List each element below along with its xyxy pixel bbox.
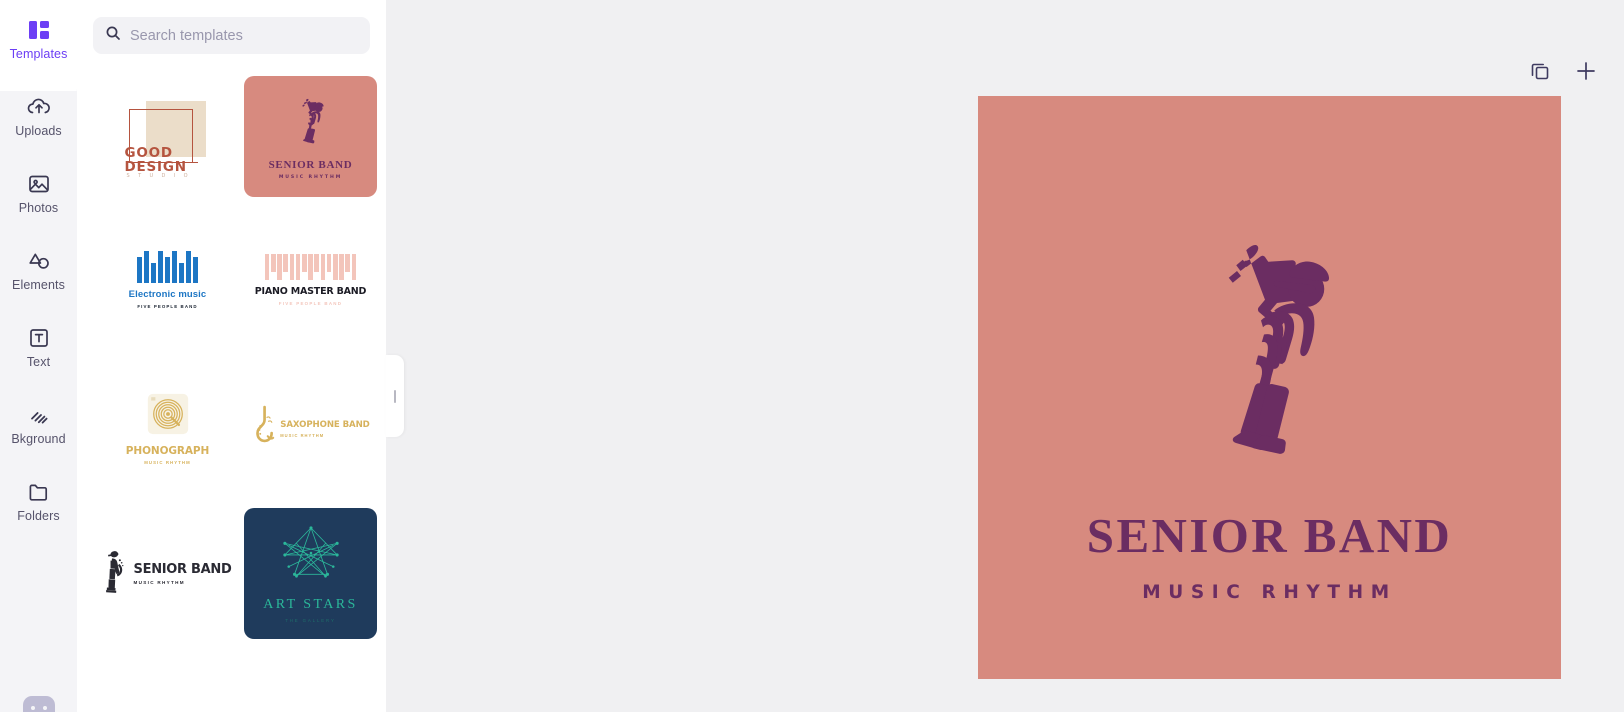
trumpet-player-silhouette[interactable]	[1195, 224, 1345, 479]
senior-band-artwork: SENIOR BAND MUSIC RHYTHM	[269, 94, 353, 180]
add-button[interactable]	[1572, 58, 1600, 86]
search-box[interactable]	[93, 17, 370, 54]
phonograph-artwork: PHONOGRAPH MUSIC RHYTHM	[126, 393, 209, 465]
sidebar-item-uploads[interactable]: Uploads	[0, 77, 77, 154]
duplicate-icon	[1530, 61, 1550, 84]
template-subtitle: MUSIC RHYTHM	[144, 459, 191, 465]
app-root: Templates Uploads Photos Elements Text B…	[0, 0, 1624, 712]
template-subtitle: THE GALLERY	[285, 618, 336, 623]
sidebar-item-label: Photos	[18, 200, 59, 215]
template-subtitle: MUSIC RHYTHM	[280, 432, 325, 438]
template-title: SENIOR BAND	[268, 158, 353, 171]
panel-handle-wrap	[386, 355, 404, 437]
hatch-pattern-icon	[26, 402, 52, 428]
template-title: SENIOR BAND	[133, 562, 232, 577]
template-subtitle: S T U D I O	[126, 172, 191, 179]
template-card-saxophone-band[interactable]: SAXOPHONE BAND MUSIC RHYTHM	[244, 369, 377, 488]
search-icon	[105, 25, 121, 46]
template-title: PHONOGRAPH	[125, 444, 210, 457]
electronic-music-artwork: Electronic music FIVE PEOPLE BAND	[128, 250, 207, 309]
template-card-senior-band-dark[interactable]: SENIOR BAND MUSIC RHYTHM	[101, 508, 234, 639]
art-stars-artwork: ART STARS THE GALLERY	[263, 524, 357, 623]
help-bot-icon[interactable]	[23, 696, 55, 712]
search-input[interactable]	[130, 27, 358, 44]
cloud-upload-icon	[26, 94, 52, 120]
template-subtitle: FIVE PEOPLE BAND	[137, 303, 198, 309]
good-design-artwork: GOOD DESIGN S T U D I O	[120, 97, 216, 179]
sidebar-item-label: Text	[26, 354, 51, 369]
templates-icon	[26, 17, 52, 43]
sidebar-item-label: Bkground	[11, 431, 66, 446]
piano-master-artwork: PIANO MASTER BAND FIVE PEOPLE BAND	[254, 253, 367, 306]
image-icon	[26, 171, 52, 197]
template-card-senior-band-salmon[interactable]: SENIOR BAND MUSIC RHYTHM	[244, 76, 377, 197]
saxophone-artwork: SAXOPHONE BAND MUSIC RHYTHM	[251, 404, 370, 453]
piano-keys-icon	[264, 253, 357, 280]
template-subtitle: FIVE PEOPLE BAND	[278, 300, 343, 306]
sidebar-item-elements[interactable]: Elements	[0, 231, 77, 308]
sidebar-item-label: Folders	[17, 508, 60, 523]
template-title: Electronic music	[128, 288, 207, 300]
canvas-title[interactable]: SENIOR BAND	[1087, 507, 1452, 564]
search-container	[77, 0, 386, 54]
template-title: PIANO MASTER BAND	[254, 285, 367, 297]
equalizer-bars-icon	[136, 250, 198, 283]
template-card-electronic-music[interactable]: Electronic music FIVE PEOPLE BAND	[101, 220, 234, 339]
sidebar-item-templates[interactable]: Templates	[0, 0, 77, 77]
workspace: SENIOR BAND MUSIC RHYTHM	[386, 0, 1624, 712]
template-card-art-stars[interactable]: ART STARS THE GALLERY	[244, 508, 377, 639]
duplicate-button[interactable]	[1526, 58, 1554, 86]
canvas-subtitle[interactable]: MUSIC RHYTHM	[1142, 582, 1397, 603]
template-subtitle: MUSIC RHYTHM	[133, 580, 185, 585]
shapes-icon	[26, 248, 52, 274]
sidebar-item-bkground[interactable]: Bkground	[0, 385, 77, 462]
templates-panel: GOOD DESIGN S T U D I O	[77, 0, 386, 712]
sidebar-item-text[interactable]: Text	[0, 308, 77, 385]
sidebar-item-label: Elements	[12, 277, 65, 292]
saxophonist-silhouette-icon	[104, 548, 130, 599]
vinyl-record-icon	[147, 393, 189, 440]
trumpet-player-silhouette-icon	[295, 94, 327, 153]
text-box-icon	[26, 325, 52, 351]
template-title: SAXOPHONE BAND	[280, 419, 370, 430]
saxophone-icon	[251, 404, 275, 453]
sidebar-item-folders[interactable]: Folders	[0, 462, 77, 539]
template-card-good-design-studio[interactable]: GOOD DESIGN S T U D I O	[101, 76, 234, 197]
panel-collapse-handle[interactable]	[386, 355, 404, 437]
templates-grid: GOOD DESIGN S T U D I O SENIOR BAND MUSI…	[77, 76, 386, 639]
template-title: ART STARS	[263, 597, 358, 612]
folder-icon	[26, 479, 52, 505]
sidebar-item-photos[interactable]: Photos	[0, 154, 77, 231]
add-icon	[1575, 60, 1597, 85]
template-subtitle: MUSIC RHYTHM	[278, 174, 343, 180]
template-card-piano-master-band[interactable]: PIANO MASTER BAND FIVE PEOPLE BAND	[244, 220, 377, 339]
star-constellation-icon	[277, 524, 345, 589]
template-card-phonograph[interactable]: PHONOGRAPH MUSIC RHYTHM	[101, 369, 234, 488]
workspace-toolbar	[1526, 58, 1600, 86]
sidebar-item-label: Uploads	[15, 123, 62, 138]
templates-scroll-area[interactable]: GOOD DESIGN S T U D I O SENIOR BAND MUSI…	[77, 54, 386, 712]
senior-band-dark-artwork: SENIOR BAND MUSIC RHYTHM	[104, 548, 232, 599]
sidebar-item-label: Templates	[9, 46, 68, 61]
design-canvas[interactable]: SENIOR BAND MUSIC RHYTHM	[978, 96, 1561, 679]
left-sidebar: Templates Uploads Photos Elements Text B…	[0, 0, 77, 712]
